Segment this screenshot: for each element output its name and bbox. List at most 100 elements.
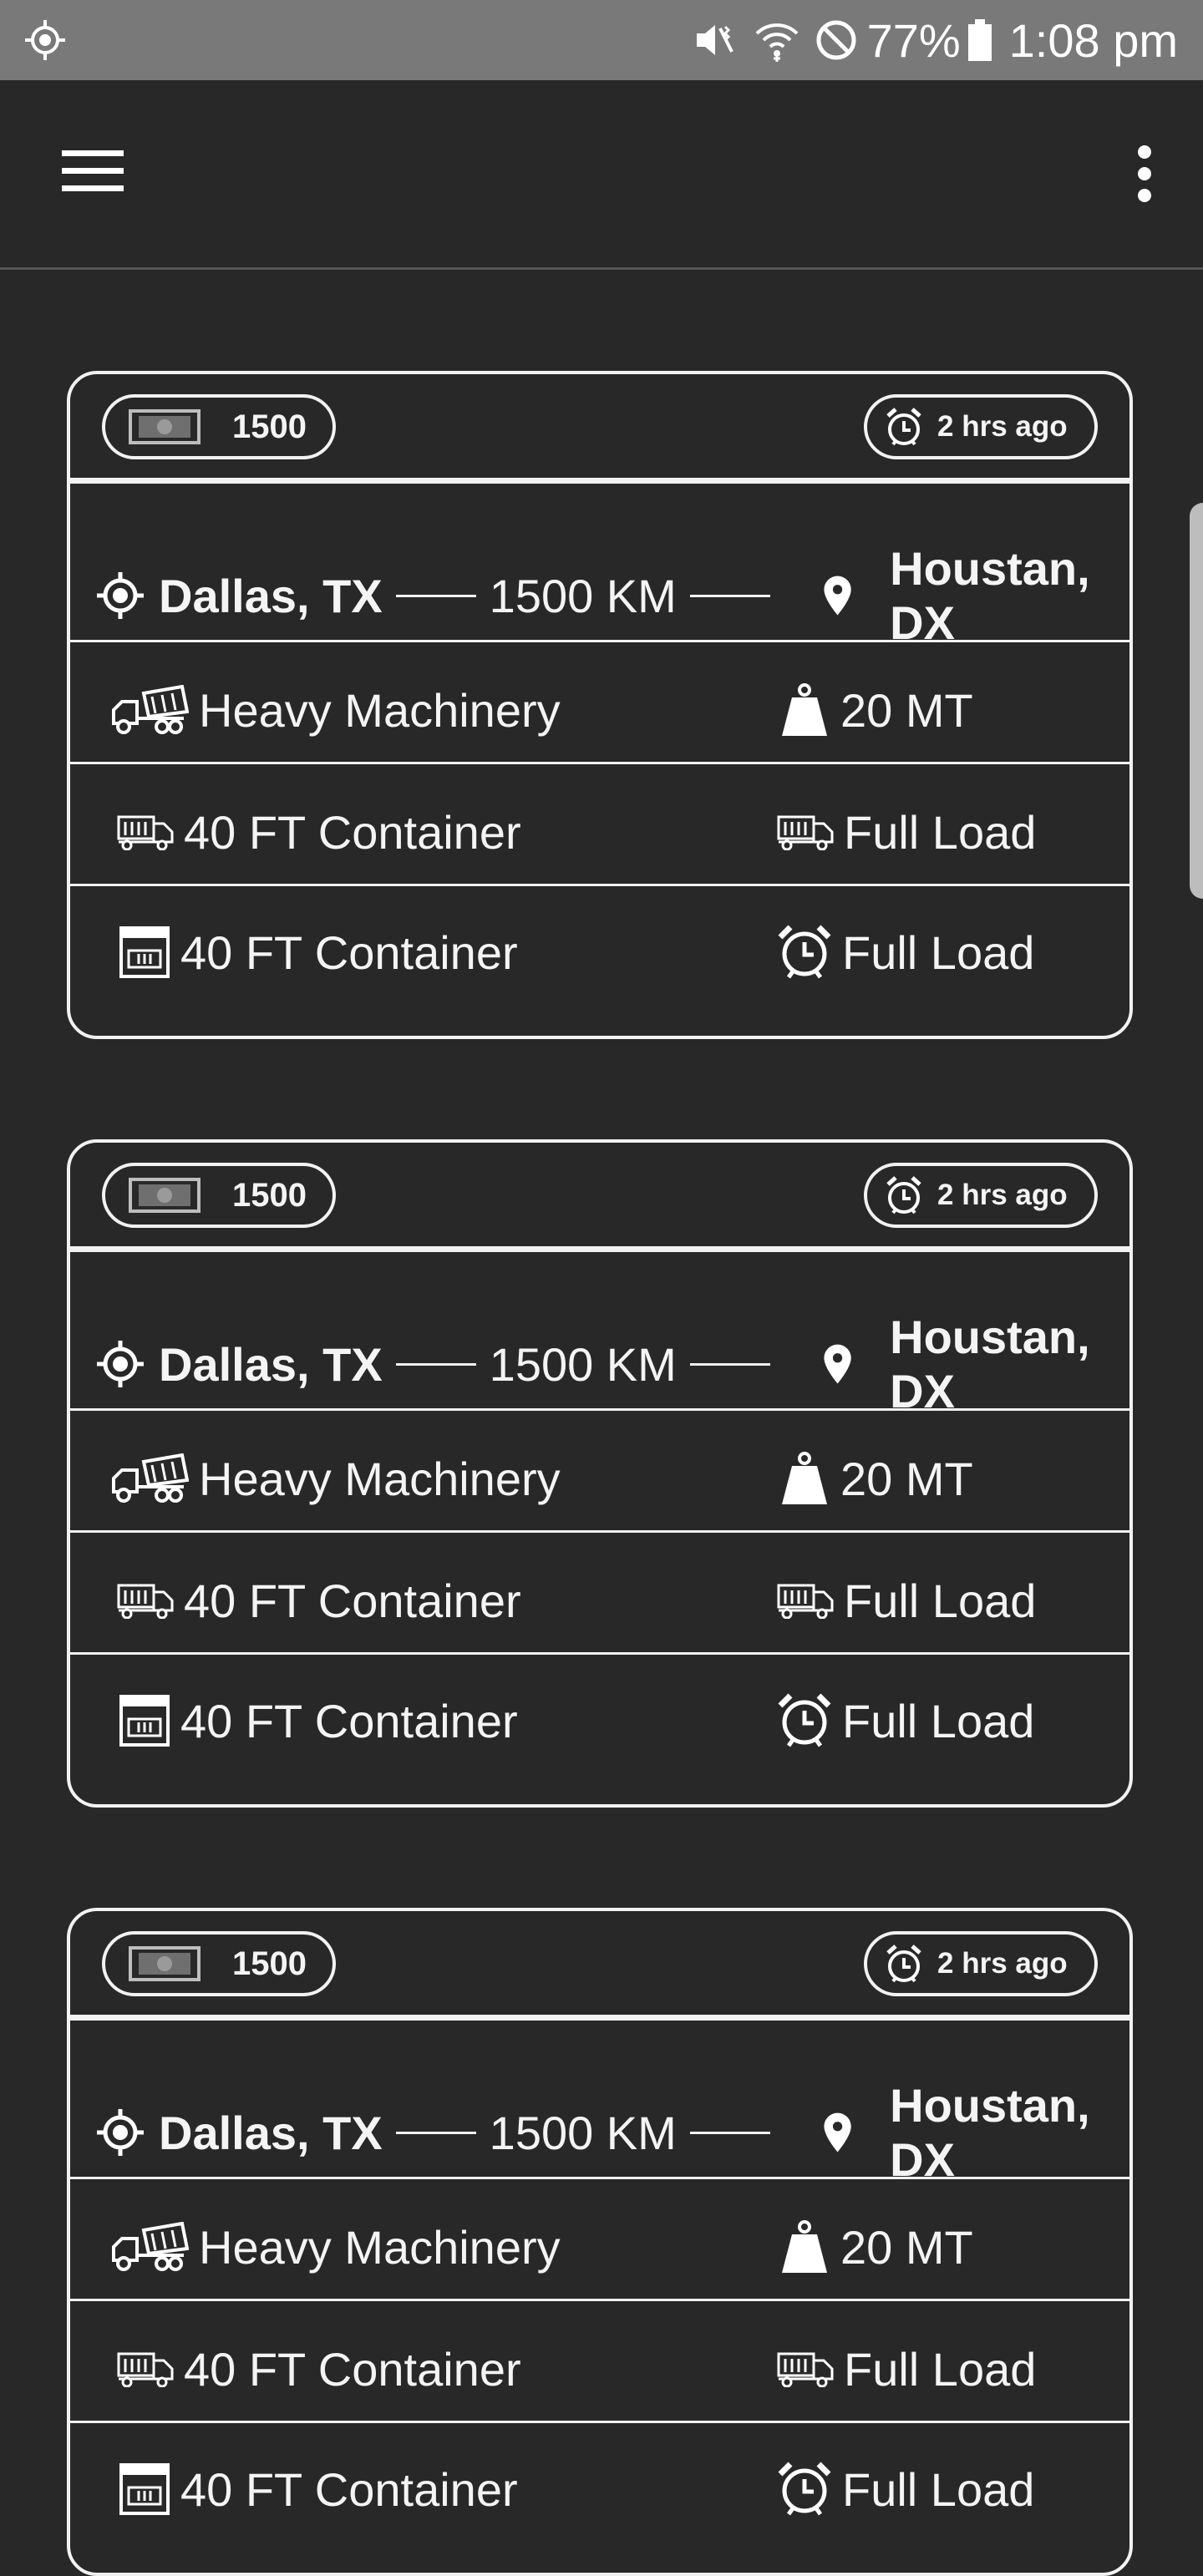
route-line bbox=[689, 1362, 770, 1366]
route-line bbox=[395, 594, 476, 597]
alarm-clock-icon bbox=[886, 1945, 921, 1983]
origin-city: Dallas, TX bbox=[159, 569, 383, 622]
weight-value: 20 MT bbox=[840, 2220, 973, 2274]
load-type-value: Full Load bbox=[844, 2342, 1037, 2396]
divider bbox=[70, 2299, 1129, 2301]
weight: 20 MT bbox=[779, 677, 973, 743]
origin-city: Dallas, TX bbox=[159, 2106, 383, 2159]
container-truck-icon bbox=[777, 815, 834, 850]
schedule: Full Load bbox=[777, 1687, 1034, 1754]
divider bbox=[70, 762, 1129, 764]
goods-type: Heavy Machinery bbox=[110, 677, 561, 743]
route-row: Dallas, TX 1500 KM Houstan, DX bbox=[95, 2079, 1114, 2186]
calendar-icon bbox=[119, 1695, 170, 1747]
destination: Houstan, DX bbox=[822, 541, 1114, 650]
schedule-value: Full Load bbox=[842, 2462, 1035, 2516]
divider bbox=[70, 478, 1129, 484]
weight: 20 MT bbox=[779, 2213, 973, 2280]
destination: Houstan, DX bbox=[822, 1310, 1114, 1418]
container-truck-icon bbox=[777, 1584, 834, 1619]
container-size-value: 40 FT Container bbox=[180, 1694, 518, 1747]
vehicle-type: 40 FT Container bbox=[117, 1567, 521, 1634]
hamburger-menu-icon[interactable] bbox=[50, 139, 134, 202]
calendar-icon bbox=[119, 2463, 170, 2515]
battery-icon bbox=[967, 19, 992, 61]
alarm-clock-icon bbox=[886, 1176, 921, 1214]
card-header: 1500 2 hrs ago bbox=[70, 1911, 1129, 2021]
route-line bbox=[395, 1362, 476, 1366]
wifi-icon bbox=[755, 23, 798, 62]
schedule: Full Load bbox=[777, 919, 1034, 986]
divider bbox=[70, 1652, 1129, 1655]
do-not-disturb-icon bbox=[816, 20, 856, 60]
origin-target-icon bbox=[97, 572, 144, 619]
load-card[interactable]: 1500 2 hrs ago Dallas, TX 1500 KM Housta… bbox=[67, 1139, 1133, 1808]
weight: 20 MT bbox=[779, 1445, 973, 1512]
alarm-clock-icon bbox=[778, 1693, 831, 1747]
destination-city: Houstan, DX bbox=[890, 1311, 1090, 1417]
alarm-clock-icon bbox=[778, 925, 831, 979]
goods-type-value: Heavy Machinery bbox=[199, 1452, 561, 1505]
load-card[interactable]: 1500 2 hrs ago Dallas, TX 1500 KM Housta… bbox=[67, 1908, 1133, 2576]
divider bbox=[70, 1530, 1129, 1533]
load-card[interactable]: 1500 2 hrs ago Dallas, TX 1500 KM Housta… bbox=[67, 371, 1133, 1039]
load-type: Full Load bbox=[777, 1567, 1036, 1634]
scrollbar-thumb[interactable] bbox=[1190, 503, 1203, 899]
weight-value: 20 MT bbox=[840, 1452, 973, 1505]
divider bbox=[70, 2177, 1129, 2179]
money-bill-icon bbox=[129, 409, 200, 444]
more-vert-icon[interactable] bbox=[1119, 140, 1170, 207]
container-size: 40 FT Container bbox=[119, 1687, 518, 1754]
origin-target-icon bbox=[97, 1341, 144, 1387]
load-type-value: Full Load bbox=[844, 1574, 1037, 1627]
goods-type: Heavy Machinery bbox=[110, 1445, 561, 1512]
app-bar bbox=[0, 80, 1203, 270]
load-type: Full Load bbox=[777, 2335, 1036, 2402]
divider bbox=[70, 2421, 1129, 2423]
price-badge: 1500 bbox=[102, 1931, 336, 1996]
origin-city: Dallas, TX bbox=[159, 1337, 383, 1391]
posted-time: 2 hrs ago bbox=[937, 1179, 1068, 1211]
price-badge: 1500 bbox=[102, 1163, 336, 1228]
divider bbox=[70, 2015, 1129, 2021]
divider bbox=[70, 640, 1129, 642]
mute-vibrate-icon bbox=[696, 25, 733, 55]
route-distance: 1500 KM bbox=[489, 1337, 677, 1391]
container-size-value: 40 FT Container bbox=[180, 925, 518, 979]
destination: Houstan, DX bbox=[822, 2078, 1114, 2187]
route-row: Dallas, TX 1500 KM Houstan, DX bbox=[95, 542, 1114, 649]
container-size: 40 FT Container bbox=[119, 2456, 518, 2523]
posted-time: 2 hrs ago bbox=[937, 1947, 1068, 1980]
divider bbox=[70, 1408, 1129, 1411]
clock: 1:08 pm bbox=[1008, 13, 1178, 67]
divider bbox=[70, 884, 1129, 886]
container-truck-icon bbox=[117, 815, 174, 850]
posted-time-badge: 2 hrs ago bbox=[864, 1163, 1098, 1228]
battery-percent: 77% bbox=[866, 13, 961, 67]
map-pin-icon bbox=[824, 576, 851, 616]
schedule: Full Load bbox=[777, 2456, 1034, 2523]
price-value: 1500 bbox=[232, 1945, 307, 1982]
container-truck-icon bbox=[117, 1584, 174, 1619]
destination-city: Houstan, DX bbox=[890, 2079, 1090, 2186]
vehicle-type-value: 40 FT Container bbox=[184, 1574, 521, 1627]
load-type: Full Load bbox=[777, 799, 1036, 865]
vehicle-type-value: 40 FT Container bbox=[184, 2342, 521, 2396]
price-badge: 1500 bbox=[102, 394, 336, 459]
goods-type-value: Heavy Machinery bbox=[199, 683, 561, 737]
goods-type: Heavy Machinery bbox=[110, 2213, 561, 2280]
money-bill-icon bbox=[129, 1178, 200, 1213]
weight-icon bbox=[782, 683, 827, 736]
route-line bbox=[689, 2131, 770, 2134]
container-truck-icon bbox=[777, 2352, 834, 2387]
status-bar: 77% 1:08 pm bbox=[0, 0, 1203, 80]
price-value: 1500 bbox=[232, 1176, 307, 1214]
money-bill-icon bbox=[129, 1946, 200, 1981]
origin-target-icon bbox=[97, 2109, 144, 2156]
destination-city: Houstan, DX bbox=[890, 542, 1090, 649]
route-line bbox=[689, 594, 770, 597]
load-type-value: Full Load bbox=[844, 805, 1037, 859]
map-pin-icon bbox=[824, 1344, 851, 1384]
route-distance: 1500 KM bbox=[489, 2106, 677, 2159]
vehicle-type-value: 40 FT Container bbox=[184, 805, 521, 859]
